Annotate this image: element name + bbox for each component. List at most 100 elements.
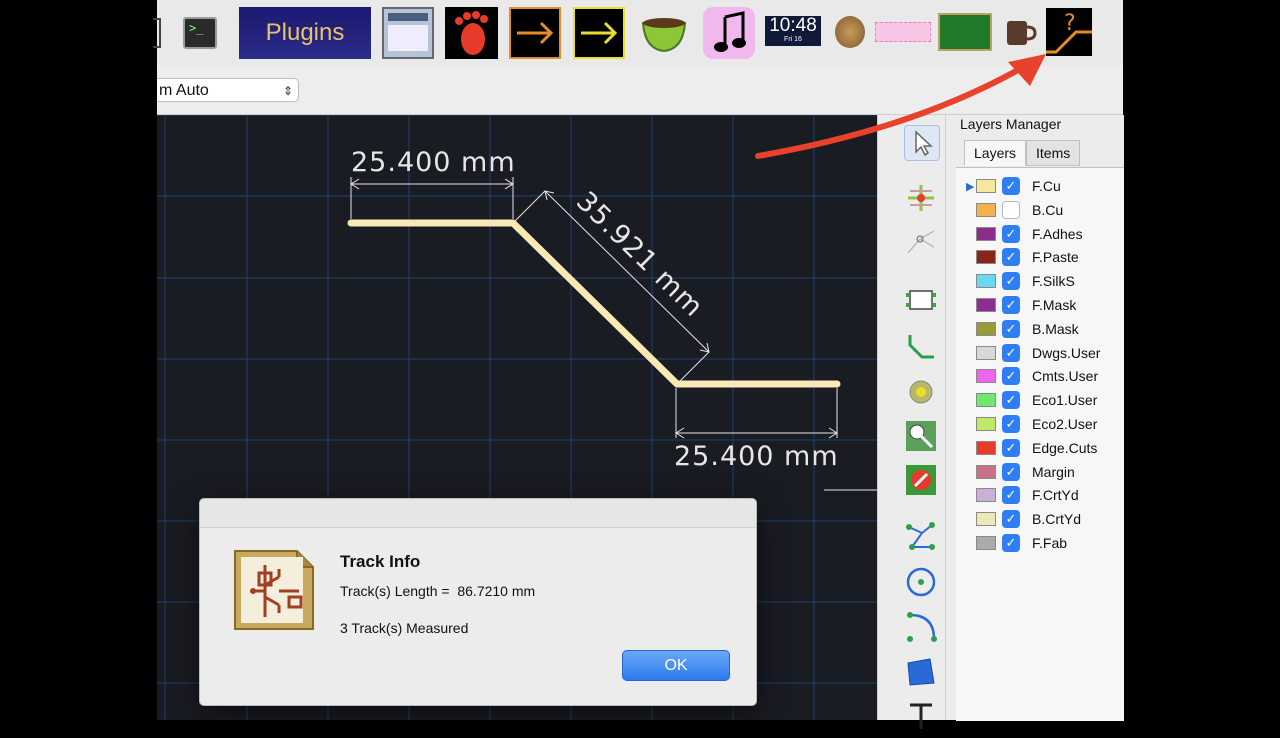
layer-visibility-checkbox[interactable]: ✓ bbox=[1002, 319, 1020, 338]
layer-color-swatch[interactable] bbox=[976, 202, 996, 217]
coffee-cup-icon[interactable] bbox=[637, 7, 691, 59]
layer-name: Edge.Cuts bbox=[1032, 439, 1098, 456]
terminal-icon[interactable]: >_ bbox=[183, 17, 217, 49]
layer-row[interactable]: B.Cu bbox=[956, 198, 1124, 222]
layer-row[interactable]: ✓ F.Fab bbox=[956, 531, 1124, 555]
arrow-right-orange-icon[interactable] bbox=[509, 7, 561, 59]
layer-visibility-checkbox[interactable]: ✓ bbox=[1002, 415, 1020, 433]
layer-visibility-checkbox[interactable]: ✓ bbox=[1002, 534, 1020, 552]
plugins-label: Plugins bbox=[265, 19, 345, 46]
track-length-text: Track(s) Length = 86.7210 mm bbox=[340, 583, 536, 599]
layer-visibility-checkbox[interactable]: ✓ bbox=[1002, 486, 1020, 505]
layer-color-swatch[interactable] bbox=[976, 298, 996, 312]
layer-color-swatch[interactable] bbox=[976, 488, 996, 503]
layer-name: B.Cu bbox=[1032, 201, 1064, 218]
layer-row[interactable]: ✓ Eco1.User bbox=[956, 388, 1124, 412]
layer-row[interactable]: ✓ B.Mask bbox=[956, 317, 1124, 341]
layer-visibility-checkbox[interactable]: ✓ bbox=[1002, 367, 1020, 386]
layer-color-swatch[interactable] bbox=[976, 345, 996, 360]
layer-visibility-checkbox[interactable]: ✓ bbox=[1002, 391, 1020, 410]
add-text-icon[interactable] bbox=[904, 699, 938, 733]
layer-color-swatch[interactable] bbox=[976, 179, 996, 193]
pcb-track[interactable] bbox=[347, 219, 841, 388]
zoom-select-value: m Auto bbox=[159, 82, 209, 99]
layer-visibility-checkbox[interactable]: ✓ bbox=[1002, 343, 1020, 362]
layer-color-swatch[interactable] bbox=[976, 226, 996, 241]
footprint-icon[interactable] bbox=[445, 7, 498, 59]
pink-ruler-icon[interactable] bbox=[875, 22, 931, 42]
graphic-line-icon[interactable] bbox=[904, 519, 938, 553]
layer-row[interactable]: ✓ Edge.Cuts bbox=[956, 436, 1124, 460]
layer-color-swatch[interactable] bbox=[976, 393, 996, 408]
graphic-circle-icon[interactable] bbox=[904, 565, 938, 599]
layer-visibility-checkbox[interactable] bbox=[1002, 200, 1020, 219]
arrow-right-yellow-icon[interactable] bbox=[573, 7, 625, 59]
layer-color-swatch[interactable] bbox=[976, 250, 996, 265]
chevron-updown-icon: ⇕ bbox=[282, 84, 293, 98]
layer-name: F.Paste bbox=[1032, 249, 1079, 266]
graphic-polygon-icon[interactable] bbox=[904, 655, 938, 689]
layer-name: Eco1.User bbox=[1032, 392, 1098, 409]
layer-color-swatch[interactable] bbox=[976, 321, 996, 336]
layer-name: B.CrtYd bbox=[1032, 511, 1082, 528]
app-window-icon[interactable] bbox=[382, 7, 434, 59]
layer-name: F.Fab bbox=[1032, 535, 1068, 551]
layer-row[interactable]: ✓ Cmts.User bbox=[956, 364, 1124, 388]
add-zone-icon[interactable] bbox=[904, 419, 938, 453]
layer-visibility-checkbox[interactable]: ✓ bbox=[1002, 177, 1020, 195]
layer-color-swatch[interactable] bbox=[976, 536, 996, 550]
layer-row[interactable]: ✓ Margin bbox=[956, 460, 1124, 484]
layers-manager-panel: Layers Manager Layers Items ▶ ✓ F.Cu B.Cu ✓ F… bbox=[945, 115, 1124, 721]
layer-row[interactable]: ✓ F.Mask bbox=[956, 293, 1124, 317]
layer-color-swatch[interactable] bbox=[976, 440, 996, 455]
layer-color-swatch[interactable] bbox=[976, 464, 996, 479]
plugins-button[interactable]: Plugins bbox=[239, 7, 371, 59]
layer-color-swatch[interactable] bbox=[976, 274, 996, 289]
right-tool-strip bbox=[877, 115, 946, 729]
add-via-icon[interactable] bbox=[904, 375, 938, 409]
layer-visibility-checkbox[interactable]: ✓ bbox=[1002, 296, 1020, 314]
layer-name: F.SilkS bbox=[1032, 273, 1075, 290]
layer-name: Cmts.User bbox=[1032, 368, 1099, 385]
keepout-area-icon[interactable] bbox=[904, 463, 938, 497]
local-ratsnest-icon[interactable] bbox=[904, 225, 938, 259]
zoom-select[interactable]: m Auto ⇕ bbox=[157, 78, 299, 102]
highlight-net-icon[interactable] bbox=[904, 181, 938, 215]
layer-row[interactable]: ✓ Eco2.User bbox=[956, 412, 1124, 436]
route-track-icon[interactable] bbox=[904, 329, 938, 363]
layer-name: Margin bbox=[1032, 463, 1075, 480]
layer-visibility-checkbox[interactable]: ✓ bbox=[1002, 462, 1020, 481]
layer-row[interactable]: ▶ ✓ F.Cu bbox=[956, 174, 1124, 198]
ok-button[interactable]: OK bbox=[622, 650, 730, 681]
track-info-dialog: Track Info Track(s) Length = 86.7210 mm … bbox=[199, 498, 757, 706]
dimension-top bbox=[350, 177, 514, 219]
layer-row[interactable]: ✓ B.CrtYd bbox=[956, 507, 1124, 531]
layer-visibility-checkbox[interactable]: ✓ bbox=[1002, 248, 1020, 267]
layer-name: Eco2.User bbox=[1032, 416, 1098, 432]
layer-color-swatch[interactable] bbox=[976, 369, 996, 384]
dialog-titlebar[interactable] bbox=[200, 499, 756, 528]
layer-row[interactable]: ✓ Dwgs.User bbox=[956, 341, 1124, 365]
layer-visibility-checkbox[interactable]: ✓ bbox=[1002, 438, 1020, 457]
layer-row[interactable]: ✓ F.CrtYd bbox=[956, 483, 1124, 507]
dimension-bottom-label: 25.400 mm bbox=[674, 441, 839, 472]
layer-row[interactable]: ✓ F.Adhes bbox=[956, 222, 1124, 246]
layer-name: F.CrtYd bbox=[1032, 487, 1079, 504]
pcbnew-app-icon bbox=[231, 547, 317, 633]
layer-row[interactable]: ✓ F.SilkS bbox=[956, 269, 1124, 293]
add-footprint-icon[interactable] bbox=[904, 283, 938, 317]
layer-color-swatch[interactable] bbox=[976, 417, 996, 431]
layer-visibility-checkbox[interactable]: ✓ bbox=[1002, 224, 1020, 243]
layer-name: B.Mask bbox=[1032, 320, 1079, 337]
dimension-bottom bbox=[675, 388, 838, 439]
layer-visibility-checkbox[interactable]: ✓ bbox=[1002, 272, 1020, 291]
layer-name: Dwgs.User bbox=[1032, 344, 1101, 361]
layer-color-swatch[interactable] bbox=[976, 512, 996, 527]
track-count-text: 3 Track(s) Measured bbox=[340, 620, 469, 636]
partial-icon[interactable] bbox=[153, 18, 161, 48]
layer-row[interactable]: ✓ F.Paste bbox=[956, 245, 1124, 269]
layer-name: F.Mask bbox=[1032, 297, 1077, 313]
dialog-title: Track Info bbox=[340, 552, 421, 571]
graphic-arc-icon[interactable] bbox=[904, 609, 938, 643]
layer-visibility-checkbox[interactable]: ✓ bbox=[1002, 510, 1020, 529]
